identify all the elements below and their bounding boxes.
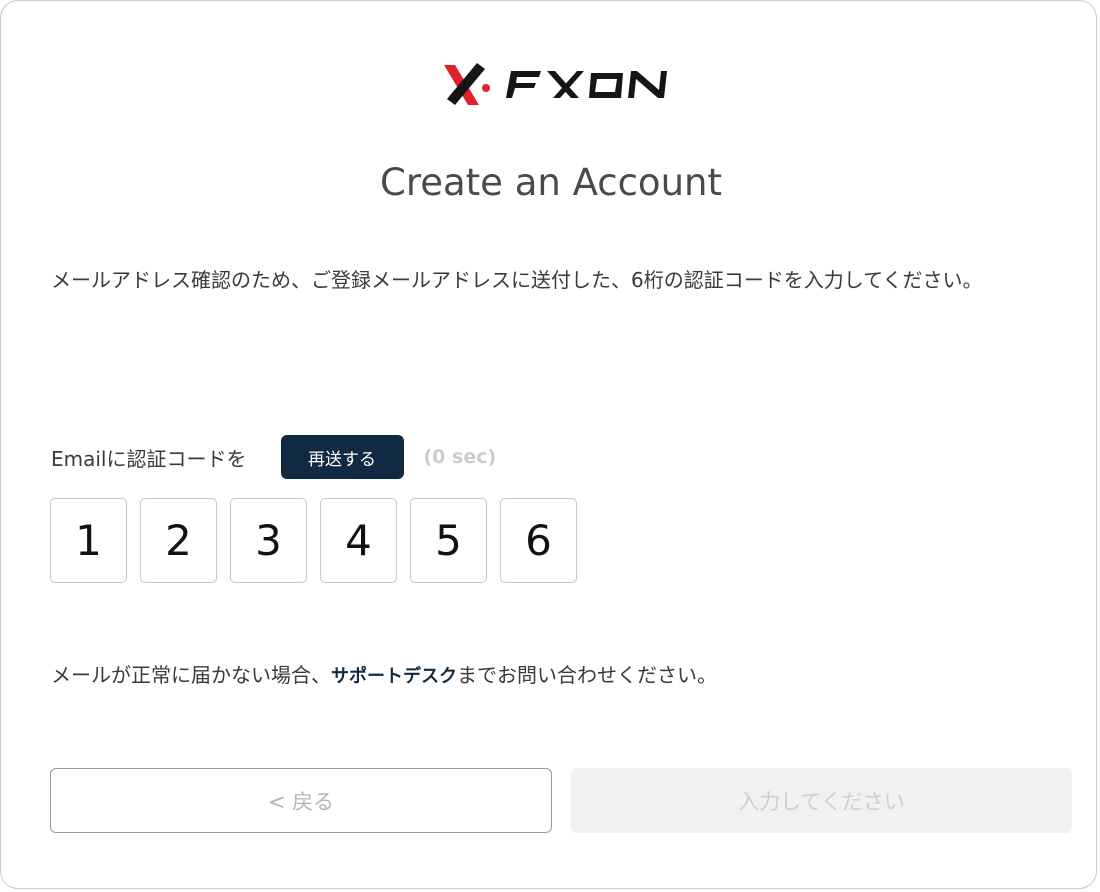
help-text: メールが正常に届かない場合、サポートデスクまでお問い合わせください。 (51, 659, 717, 688)
code-digit-2[interactable]: 2 (140, 498, 217, 583)
verification-code-inputs: 1 2 3 4 5 6 (50, 498, 577, 583)
help-prefix: メールが正常に届かない場合、 (51, 663, 331, 687)
fxon-logo (441, 59, 681, 109)
code-digit-4[interactable]: 4 (320, 498, 397, 583)
code-digit-6[interactable]: 6 (500, 498, 577, 583)
code-digit-3[interactable]: 3 (230, 498, 307, 583)
code-digit-1[interactable]: 1 (50, 498, 127, 583)
resend-row: Emailに認証コードを 再送する (0 sec) (51, 435, 496, 479)
signup-card: Create an Account メールアドレス確認のため、ご登録メールアドレ… (0, 0, 1097, 889)
resend-timer: (0 sec) (423, 446, 497, 468)
back-button[interactable]: < 戻る (50, 768, 552, 833)
support-desk-link[interactable]: サポートデスク (331, 666, 457, 687)
resend-button[interactable]: 再送する (280, 435, 404, 479)
code-digit-5[interactable]: 5 (410, 498, 487, 583)
instruction-text: メールアドレス確認のため、ご登録メールアドレスに送付した、6桁の認証コードを入力… (51, 268, 983, 292)
resend-label: Emailに認証コードを (51, 446, 247, 471)
submit-button[interactable]: 入力してください (571, 768, 1072, 833)
help-suffix: までお問い合わせください。 (457, 663, 717, 687)
page-title: Create an Account (380, 161, 722, 204)
